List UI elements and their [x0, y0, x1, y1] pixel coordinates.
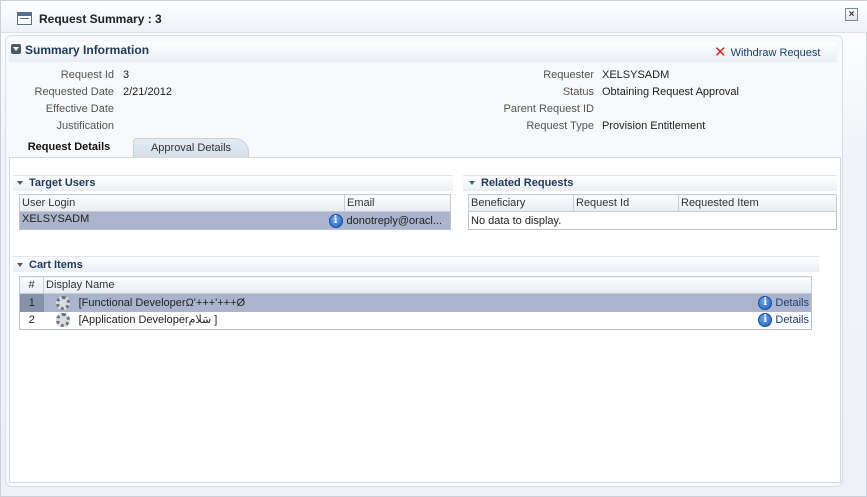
info-icon: i	[758, 313, 773, 328]
window-titlebar: Request Summary : 3 ×	[1, 1, 867, 33]
table-row[interactable]: 2 [Application Developerسَلام ] i Detail…	[20, 312, 812, 330]
window-title: Request Summary : 3	[39, 12, 162, 26]
target-users-table: User Login Email XELSYSADM i donotreply@…	[19, 194, 451, 230]
column-header-email[interactable]: Email	[344, 194, 451, 212]
request-id-label: Request Id	[60, 69, 114, 81]
request-type-value: Provision Entitlement	[602, 120, 706, 132]
cart-items-table: # Display Name 1 [Functional DeveloperΩ'…	[19, 276, 812, 330]
withdraw-request-label: Withdraw Request	[730, 47, 821, 59]
request-type-label: Request Type	[526, 120, 594, 132]
close-button[interactable]: ×	[845, 8, 858, 21]
related-requests-title: Related Requests	[481, 177, 574, 189]
calendar-icon	[17, 12, 32, 25]
status-label: Status	[562, 86, 594, 98]
row-number: 1	[19, 293, 44, 312]
column-header-beneficiary[interactable]: Beneficiary	[468, 194, 574, 212]
gear-icon	[55, 313, 70, 328]
details-link[interactable]: i Details	[758, 313, 809, 328]
justification-label: Justification	[56, 120, 114, 132]
effective-date-label: Effective Date	[45, 103, 114, 115]
column-header-number[interactable]: #	[19, 276, 44, 294]
summary-title: Summary Information	[25, 43, 150, 57]
collapse-summary-icon[interactable]	[11, 44, 21, 54]
collapse-target-users-icon[interactable]	[15, 178, 25, 188]
display-name-value: [Functional DeveloperΩ'+++'+++Ø	[78, 296, 246, 309]
related-requests-table: Beneficiary Request Id Requested Item No…	[468, 194, 837, 230]
column-header-user-login[interactable]: User Login	[19, 194, 345, 212]
user-login-cell: XELSYSADM i	[19, 211, 345, 230]
tab-request-details[interactable]: Request Details	[9, 138, 129, 158]
table-row[interactable]: 1 [Functional DeveloperΩ'+++'+++Ø i Deta…	[19, 293, 812, 312]
parent-request-id-label: Parent Request ID	[503, 103, 595, 115]
target-users-title: Target Users	[29, 177, 96, 189]
info-icon[interactable]: i	[328, 214, 343, 228]
gear-icon	[55, 295, 70, 310]
empty-table-message: No data to display.	[471, 214, 562, 227]
requester-label: Requester	[543, 69, 594, 81]
requester-value: XELSYSADM	[602, 69, 670, 81]
request-id-value: 3	[123, 69, 130, 81]
collapse-related-requests-icon[interactable]	[467, 178, 477, 188]
display-name-value: [Application Developerسَلام ]	[78, 314, 218, 327]
email-cell: donotreply@oracl...	[344, 211, 451, 230]
collapse-cart-items-icon[interactable]	[15, 260, 25, 270]
requested-date-value: 2/21/2012	[123, 86, 172, 98]
user-login-value: XELSYSADM	[22, 213, 90, 225]
details-tabbar: Request Details Approval Details	[9, 138, 843, 158]
details-label: Details	[775, 296, 809, 309]
request-summary-window: Request Summary : 3 × Summary Informatio…	[0, 0, 867, 497]
status-value: Obtaining Request Approval	[602, 86, 739, 98]
column-header-display-name[interactable]: Display Name	[43, 276, 812, 294]
display-name-cell: [Application Developerسَلام ] i Details	[44, 312, 812, 330]
info-icon: i	[758, 295, 773, 310]
cart-items-header	[13, 256, 819, 272]
details-label: Details	[775, 314, 809, 327]
tab-approval-details[interactable]: Approval Details	[133, 138, 249, 158]
details-link[interactable]: i Details	[758, 295, 809, 310]
withdraw-request-button[interactable]: ✕ Withdraw Request	[714, 44, 821, 61]
row-number: 2	[28, 314, 35, 327]
column-header-request-id[interactable]: Request Id	[573, 194, 679, 212]
requested-date-label: Requested Date	[34, 86, 115, 98]
cart-items-title: Cart Items	[29, 259, 83, 271]
withdraw-x-icon: ✕	[714, 44, 727, 61]
display-name-cell: [Functional DeveloperΩ'+++'+++Ø i Detail…	[43, 293, 812, 312]
table-row[interactable]: XELSYSADM i donotreply@oracl...	[19, 211, 451, 230]
column-header-requested-item[interactable]: Requested Item	[678, 194, 837, 212]
